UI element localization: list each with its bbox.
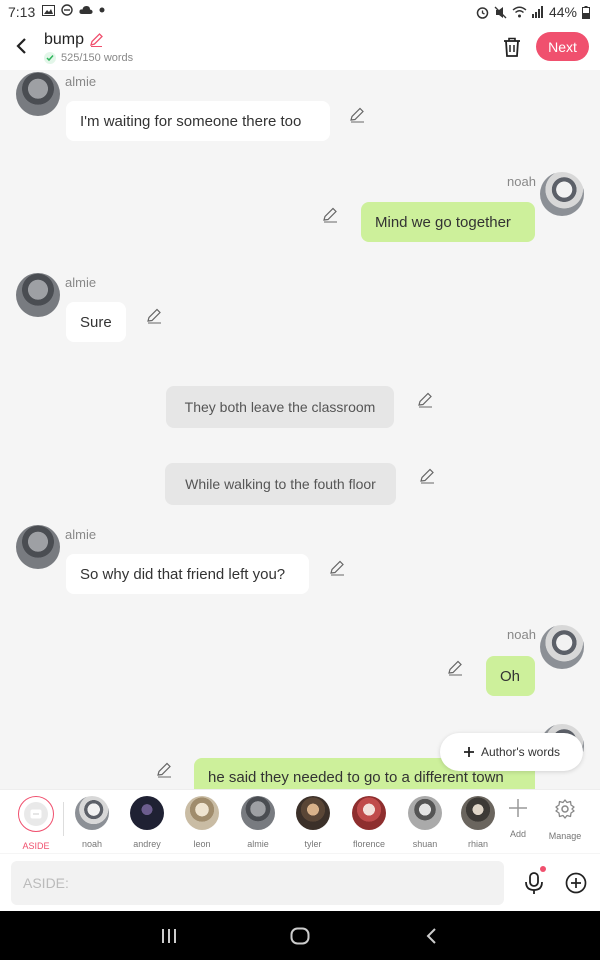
manage-characters-button[interactable]: Manage xyxy=(545,798,585,841)
divider xyxy=(63,802,64,836)
message-bubble[interactable]: Mind we go together xyxy=(361,202,535,242)
speaker-name: noah xyxy=(507,174,536,189)
message-bubble[interactable]: I'm waiting for someone there too xyxy=(66,101,330,141)
back-icon[interactable] xyxy=(425,927,437,945)
add-character-button[interactable]: Add xyxy=(498,798,538,839)
message-bubble[interactable]: Oh xyxy=(486,656,535,696)
avatar-almie[interactable] xyxy=(16,72,60,116)
character-label: andrey xyxy=(133,839,161,849)
do-not-disturb-icon xyxy=(61,4,73,16)
character-florence[interactable]: florence xyxy=(350,796,388,849)
character-tyler[interactable]: tyler xyxy=(294,796,332,849)
recent-apps-icon[interactable] xyxy=(160,928,178,944)
alarm-icon xyxy=(476,6,489,19)
story-title-group[interactable]: bump xyxy=(44,31,104,49)
manage-label: Manage xyxy=(548,831,582,841)
character-label: tyler xyxy=(304,839,322,849)
narration-bubble[interactable]: They both leave the classroom xyxy=(166,386,394,428)
story-title: bump xyxy=(44,31,85,48)
recording-indicator-dot xyxy=(540,866,546,872)
character-almie[interactable]: almie xyxy=(239,796,277,849)
next-button[interactable]: Next xyxy=(536,32,589,61)
authors-words-label: Author's words xyxy=(481,745,560,759)
character-shuan[interactable]: shuan xyxy=(406,796,444,849)
back-arrow-icon[interactable] xyxy=(12,36,32,56)
gallery-icon xyxy=(42,4,55,16)
character-bar: ASIDE noah andrey leon almie tyler flore… xyxy=(0,789,600,853)
character-label: rhian xyxy=(467,839,488,849)
character-label: ASIDE xyxy=(22,841,50,851)
avatar-almie[interactable] xyxy=(16,525,60,569)
notification-dot-icon xyxy=(99,7,105,13)
gear-icon xyxy=(555,799,575,819)
cloud-icon xyxy=(79,6,93,14)
status-time: 7:13 xyxy=(8,4,36,20)
message-bubble[interactable]: So why did that friend left you? xyxy=(66,554,309,594)
edit-message-icon[interactable] xyxy=(328,559,346,577)
speaker-name: noah xyxy=(507,627,536,642)
battery-icon xyxy=(582,5,590,19)
aside-icon xyxy=(30,809,42,819)
authors-words-button[interactable]: Author's words xyxy=(440,733,583,771)
home-icon[interactable] xyxy=(290,927,310,945)
character-label: almie xyxy=(247,839,269,849)
character-andrey[interactable]: andrey xyxy=(128,796,166,849)
edit-message-icon[interactable] xyxy=(348,106,366,124)
input-bar xyxy=(0,854,600,911)
character-label: florence xyxy=(352,839,386,849)
character-label: noah xyxy=(81,839,103,849)
check-icon xyxy=(44,52,56,64)
app-header: bump 525/150 words Next xyxy=(0,26,600,70)
edit-message-icon[interactable] xyxy=(418,467,436,485)
edit-message-icon[interactable] xyxy=(416,391,434,409)
character-label: leon xyxy=(193,839,211,849)
message-bubble[interactable]: Sure xyxy=(66,302,126,342)
character-aside[interactable]: ASIDE xyxy=(17,796,55,851)
speaker-name: almie xyxy=(65,275,97,290)
status-bar: 7:13 44% xyxy=(0,0,600,26)
plus-icon xyxy=(464,747,474,757)
system-nav-bar xyxy=(0,911,600,960)
character-rhian[interactable]: rhian xyxy=(459,796,497,849)
wifi-icon xyxy=(512,6,527,18)
character-leon[interactable]: leon xyxy=(183,796,221,849)
edit-message-icon[interactable] xyxy=(145,307,163,325)
character-label: shuan xyxy=(412,839,438,849)
add-attachment-icon[interactable] xyxy=(565,872,587,894)
avatar-almie[interactable] xyxy=(16,273,60,317)
speaker-name: almie xyxy=(65,74,97,89)
edit-message-icon[interactable] xyxy=(321,206,339,224)
avatar-noah[interactable] xyxy=(540,172,584,216)
speaker-name: almie xyxy=(65,527,97,542)
character-noah[interactable]: noah xyxy=(73,796,111,849)
narration-bubble[interactable]: While walking to the fouth floor xyxy=(165,463,396,505)
plus-icon xyxy=(509,799,527,817)
mute-icon xyxy=(494,6,507,18)
edit-message-icon[interactable] xyxy=(155,761,173,779)
trash-icon[interactable] xyxy=(500,35,524,59)
microphone-icon[interactable] xyxy=(521,870,547,896)
word-count-text: 525/150 words xyxy=(61,52,134,64)
word-count: 525/150 words xyxy=(44,52,133,64)
signal-icon xyxy=(531,6,543,18)
add-label: Add xyxy=(509,829,526,839)
battery-percent: 44% xyxy=(548,4,577,20)
avatar-noah[interactable] xyxy=(540,625,584,669)
edit-message-icon[interactable] xyxy=(446,659,464,677)
edit-title-icon[interactable] xyxy=(88,32,104,48)
message-input[interactable] xyxy=(11,861,504,905)
